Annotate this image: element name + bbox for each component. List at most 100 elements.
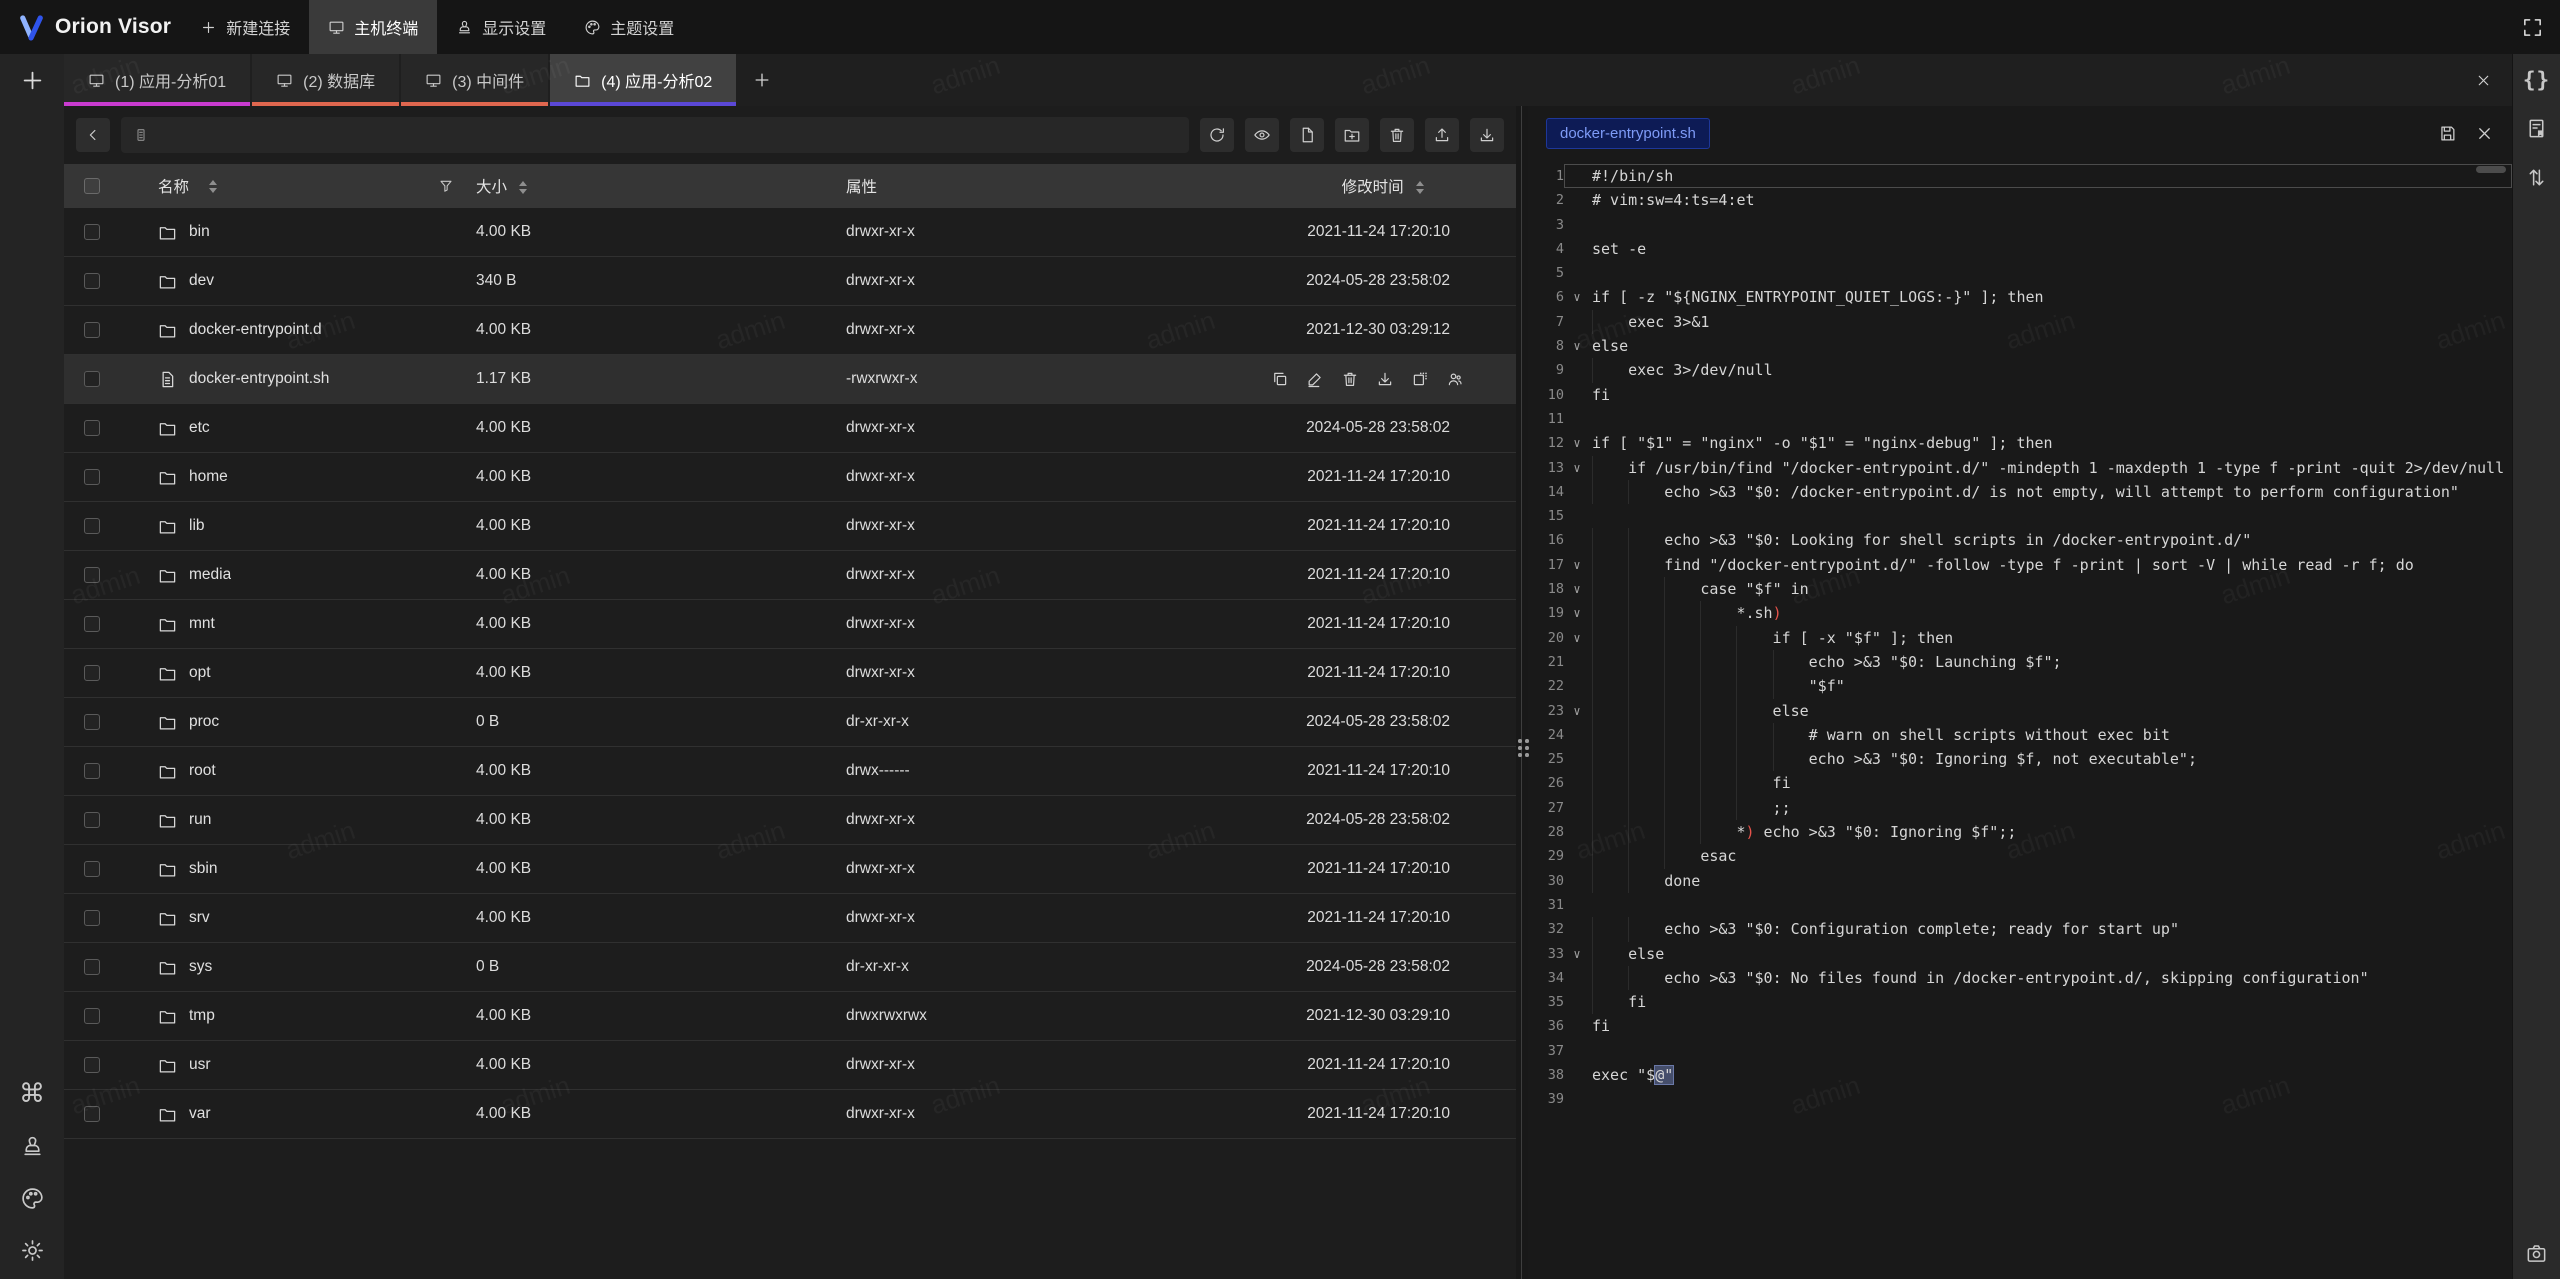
code-editor[interactable]: 1#!/bin/sh2# vim:sw=4:ts=4:et34set -e56∨…: [1528, 160, 2512, 1279]
code-line[interactable]: 32 echo >&3 "$0: Configuration complete;…: [1528, 917, 2512, 941]
code-line[interactable]: 13∨ if /usr/bin/find "/docker-entrypoint…: [1528, 456, 2512, 480]
row-checkbox[interactable]: [84, 861, 100, 877]
navbar-item-4[interactable]: 主题设置: [565, 0, 693, 54]
row-checkbox[interactable]: [84, 518, 100, 534]
row-checkbox[interactable]: [84, 567, 100, 583]
table-row[interactable]: tmp4.00 KBdrwxrwxrwx2021-12-30 03:29:10: [64, 992, 1516, 1041]
row-checkbox[interactable]: [84, 322, 100, 338]
table-row[interactable]: docker-entrypoint.sh1.17 KB-rwxrwxr-x: [64, 355, 1516, 404]
code-line[interactable]: 37: [1528, 1039, 2512, 1063]
table-row[interactable]: opt4.00 KBdrwxr-xr-x2021-11-24 17:20:10: [64, 649, 1516, 698]
code-line[interactable]: 23∨ else: [1528, 699, 2512, 723]
funnel-icon[interactable]: [438, 178, 454, 194]
table-row[interactable]: dev340 Bdrwxr-xr-x2024-05-28 23:58:02: [64, 257, 1516, 306]
code-line[interactable]: 33∨ else: [1528, 942, 2512, 966]
code-line[interactable]: 15: [1528, 504, 2512, 528]
editor-scrollbar-thumb[interactable]: [2476, 166, 2506, 173]
code-line[interactable]: 14 echo >&3 "$0: /docker-entrypoint.d/ i…: [1528, 480, 2512, 504]
code-line[interactable]: 34 echo >&3 "$0: No files found in /dock…: [1528, 966, 2512, 990]
trash-icon[interactable]: [1341, 370, 1359, 388]
code-line[interactable]: 21 echo >&3 "$0: Launching $f";: [1528, 650, 2512, 674]
table-row[interactable]: root4.00 KBdrwx------2021-11-24 17:20:10: [64, 747, 1516, 796]
move-icon[interactable]: [1411, 370, 1429, 388]
row-checkbox[interactable]: [84, 616, 100, 632]
toolbar-button-trash[interactable]: [1380, 118, 1414, 152]
swap-vertical-icon[interactable]: [2525, 166, 2548, 189]
sidebar-add-icon[interactable]: [19, 67, 46, 94]
table-row[interactable]: etc4.00 KBdrwxr-xr-x2024-05-28 23:58:02: [64, 404, 1516, 453]
code-line[interactable]: 27 ;;: [1528, 796, 2512, 820]
fold-chevron-icon[interactable]: ∨: [1564, 601, 1590, 625]
code-line[interactable]: 30 done: [1528, 869, 2512, 893]
fold-chevron-icon[interactable]: ∨: [1564, 942, 1590, 966]
download-icon[interactable]: [1376, 370, 1394, 388]
editor-close-icon[interactable]: [2475, 124, 2494, 143]
doc-bookmark-icon[interactable]: [2525, 117, 2548, 140]
code-line[interactable]: 20∨ if [ -x "$f" ]; then: [1528, 626, 2512, 650]
code-line[interactable]: 18∨ case "$f" in: [1528, 577, 2512, 601]
code-line[interactable]: 7 exec 3>&1: [1528, 310, 2512, 334]
fold-chevron-icon[interactable]: ∨: [1564, 456, 1590, 480]
toolbar-button-eye[interactable]: [1245, 118, 1279, 152]
code-line[interactable]: 36fi: [1528, 1014, 2512, 1038]
code-line[interactable]: 10fi: [1528, 383, 2512, 407]
gear-icon[interactable]: [20, 1238, 45, 1263]
back-button[interactable]: [76, 118, 110, 152]
navbar-item-1[interactable]: 新建连接: [181, 0, 309, 54]
row-checkbox[interactable]: [84, 812, 100, 828]
add-tab-icon[interactable]: [738, 54, 786, 106]
row-checkbox[interactable]: [84, 371, 100, 387]
tab-3[interactable]: (3) 中间件: [401, 54, 548, 106]
command-icon[interactable]: ⌘: [19, 1081, 45, 1107]
sort-mtime-icon[interactable]: [1416, 181, 1424, 194]
select-all-checkbox[interactable]: [84, 178, 100, 194]
row-checkbox[interactable]: [84, 469, 100, 485]
toolbar-button-new-file[interactable]: [1290, 118, 1324, 152]
table-row[interactable]: var4.00 KBdrwxr-xr-x2021-11-24 17:20:10: [64, 1090, 1516, 1139]
row-checkbox[interactable]: [84, 1106, 100, 1122]
code-line[interactable]: 5: [1528, 261, 2512, 285]
code-line[interactable]: 2# vim:sw=4:ts=4:et: [1528, 188, 2512, 212]
code-line[interactable]: 35 fi: [1528, 990, 2512, 1014]
code-line[interactable]: 38exec "$@": [1528, 1063, 2512, 1087]
edit-icon[interactable]: [1306, 370, 1324, 388]
fold-chevron-icon[interactable]: ∨: [1564, 699, 1590, 723]
header-mtime[interactable]: 修改时间: [1216, 175, 1516, 197]
code-line[interactable]: 11: [1528, 407, 2512, 431]
braces-icon[interactable]: {}: [2523, 70, 2550, 91]
fold-chevron-icon[interactable]: ∨: [1564, 285, 1590, 309]
code-line[interactable]: 29 esac: [1528, 844, 2512, 868]
toolbar-button-refresh[interactable]: [1200, 118, 1234, 152]
toolbar-button-new-folder[interactable]: [1335, 118, 1369, 152]
camera-icon[interactable]: [2525, 1242, 2548, 1265]
code-line[interactable]: 6∨if [ -z "${NGINX_ENTRYPOINT_QUIET_LOGS…: [1528, 285, 2512, 309]
fold-chevron-icon[interactable]: ∨: [1564, 431, 1590, 455]
table-row[interactable]: mnt4.00 KBdrwxr-xr-x2021-11-24 17:20:10: [64, 600, 1516, 649]
code-line[interactable]: 4set -e: [1528, 237, 2512, 261]
header-size[interactable]: 大小: [476, 175, 846, 197]
navbar-item-3[interactable]: 显示设置: [437, 0, 565, 54]
sort-name-icon[interactable]: [209, 180, 217, 193]
table-row[interactable]: home4.00 KBdrwxr-xr-x2021-11-24 17:20:10: [64, 453, 1516, 502]
toolbar-button-download[interactable]: [1470, 118, 1504, 152]
row-checkbox[interactable]: [84, 959, 100, 975]
row-checkbox[interactable]: [84, 420, 100, 436]
code-line[interactable]: 22 "$f": [1528, 674, 2512, 698]
fullscreen-icon[interactable]: [2521, 16, 2544, 39]
code-line[interactable]: 17∨ find "/docker-entrypoint.d/" -follow…: [1528, 553, 2512, 577]
tab-2[interactable]: (2) 数据库: [252, 54, 399, 106]
tab-4[interactable]: (4) 应用-分析02: [550, 54, 736, 106]
table-row[interactable]: lib4.00 KBdrwxr-xr-x2021-11-24 17:20:10: [64, 502, 1516, 551]
code-line[interactable]: 39: [1528, 1087, 2512, 1111]
row-checkbox[interactable]: [84, 1008, 100, 1024]
copy-icon[interactable]: [1271, 370, 1289, 388]
code-line[interactable]: 26 fi: [1528, 771, 2512, 795]
panel-splitter[interactable]: [1516, 106, 1528, 1279]
tab-bar-close-icon[interactable]: [2475, 72, 2492, 89]
tab-1[interactable]: (1) 应用-分析01: [64, 54, 250, 106]
code-line[interactable]: 9 exec 3>/dev/null: [1528, 358, 2512, 382]
table-row[interactable]: srv4.00 KBdrwxr-xr-x2021-11-24 17:20:10: [64, 894, 1516, 943]
code-line[interactable]: 25 echo >&3 "$0: Ignoring $f, not execut…: [1528, 747, 2512, 771]
fold-chevron-icon[interactable]: ∨: [1564, 334, 1590, 358]
table-row[interactable]: sys0 Bdr-xr-xr-x2024-05-28 23:58:02: [64, 943, 1516, 992]
